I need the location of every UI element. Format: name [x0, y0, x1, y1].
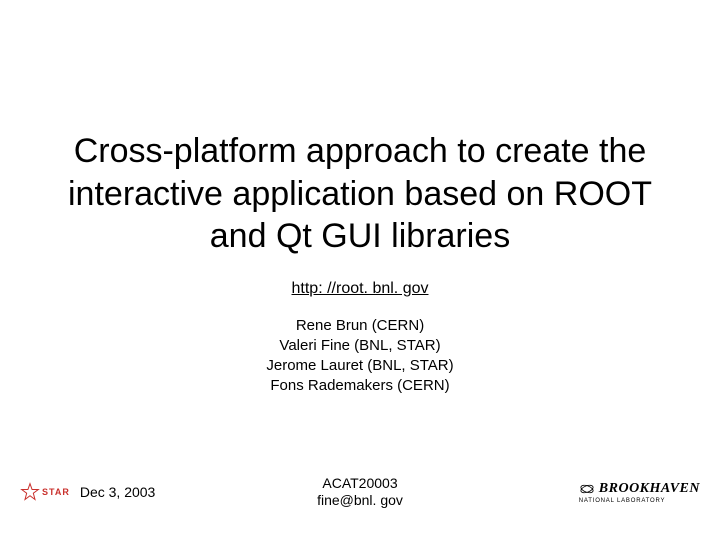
star-logo: STAR	[20, 482, 70, 502]
star-icon	[20, 482, 40, 502]
author-line: Valeri Fine (BNL, STAR)	[0, 336, 720, 356]
footer-right: BROOKHAVEN NATIONAL LABORATORY	[579, 481, 700, 504]
star-logo-text: STAR	[42, 487, 70, 497]
footer-left: STAR Dec 3, 2003	[20, 482, 155, 502]
brookhaven-logo-top: BROOKHAVEN	[599, 482, 700, 496]
footer-date: Dec 3, 2003	[80, 484, 156, 500]
author-line: Fons Rademakers (CERN)	[0, 376, 720, 396]
author-list: Rene Brun (CERN) Valeri Fine (BNL, STAR)…	[0, 316, 720, 397]
page-title: Cross-platform approach to create the in…	[0, 0, 720, 258]
ring-icon	[579, 481, 595, 497]
brookhaven-logo: BROOKHAVEN NATIONAL LABORATORY	[579, 481, 700, 504]
slide: Cross-platform approach to create the in…	[0, 0, 720, 540]
author-line: Rene Brun (CERN)	[0, 316, 720, 336]
author-line: Jerome Lauret (BNL, STAR)	[0, 356, 720, 376]
root-url-link[interactable]: http: //root. bnl. gov	[0, 280, 720, 298]
footer: STAR Dec 3, 2003 ACAT20003 fine@bnl. gov…	[0, 472, 720, 512]
brookhaven-logo-bottom: NATIONAL LABORATORY	[579, 498, 666, 504]
